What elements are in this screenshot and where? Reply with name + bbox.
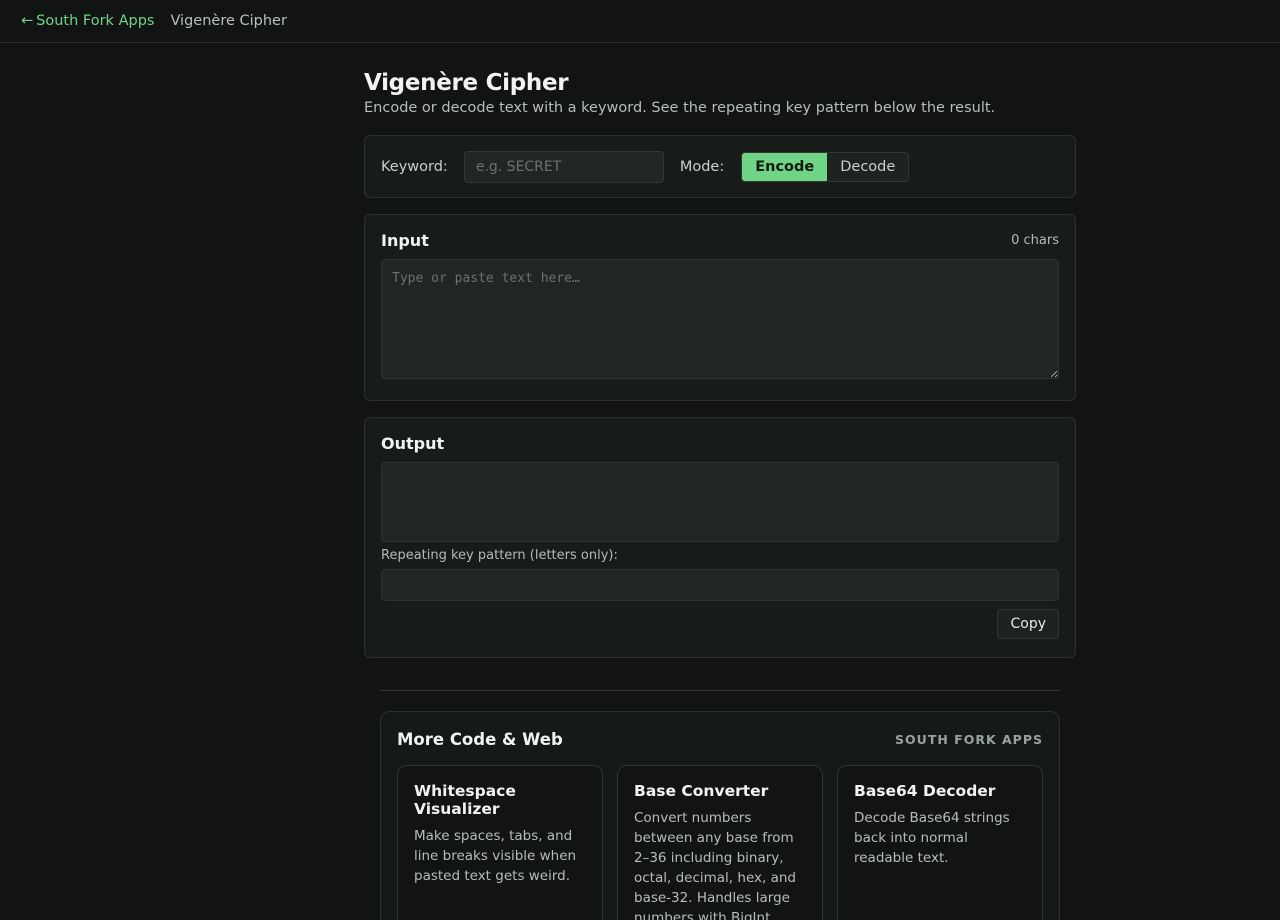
more-apps-brand: SOUTH FORK APPS xyxy=(895,732,1043,747)
input-panel-header: Input 0 chars xyxy=(381,231,1059,250)
controls-panel: Keyword: Mode: Encode Decode xyxy=(364,135,1076,198)
back-link-label: South Fork Apps xyxy=(36,13,155,29)
mode-decode-button[interactable]: Decode xyxy=(827,152,909,181)
page-subtitle: Encode or decode text with a keyword. Se… xyxy=(364,100,996,116)
more-apps-section: More Code & Web SOUTH FORK APPS Whitespa… xyxy=(380,711,1060,920)
app-card-description: Decode Base64 strings back into normal r… xyxy=(854,810,1010,866)
more-apps-title: More Code & Web xyxy=(397,730,563,749)
app-cards: Whitespace Visualizer Make spaces, tabs,… xyxy=(397,765,1043,920)
more-apps-header: More Code & Web SOUTH FORK APPS xyxy=(397,730,1043,749)
breadcrumb-current: Vigenère Cipher xyxy=(170,13,287,29)
section-divider xyxy=(380,690,1060,691)
mode-encode-button[interactable]: Encode xyxy=(742,152,828,181)
app-card-base64-decoder[interactable]: Base64 Decoder Decode Base64 strings bac… xyxy=(837,765,1043,920)
back-link-south-fork-apps[interactable]: ← South Fork Apps xyxy=(21,13,154,29)
arrow-left-icon: ← xyxy=(21,13,34,29)
key-pattern-box xyxy=(381,569,1059,601)
input-textarea[interactable] xyxy=(381,259,1059,379)
app-card-title: Base Converter xyxy=(634,782,769,800)
app-card-whitespace-visualizer[interactable]: Whitespace Visualizer Make spaces, tabs,… xyxy=(397,765,603,920)
app-card-description: Convert numbers between any base from 2–… xyxy=(634,810,796,920)
input-panel: Input 0 chars xyxy=(364,214,1076,401)
input-title: Input xyxy=(381,231,429,250)
main-content: Vigenère Cipher Encode or decode text wi… xyxy=(364,43,1076,920)
top-nav: ← South Fork Apps Vigenère Cipher xyxy=(0,0,1280,43)
key-pattern-label: Repeating key pattern (letters only): xyxy=(381,548,618,563)
keyword-input[interactable] xyxy=(463,150,664,183)
output-title: Output xyxy=(381,434,445,453)
page-title: Vigenère Cipher xyxy=(364,70,569,96)
mode-toggle: Encode Decode xyxy=(741,151,910,182)
app-card-title: Base64 Decoder xyxy=(854,782,996,800)
output-box[interactable] xyxy=(381,462,1059,542)
app-card-description: Make spaces, tabs, and line breaks visib… xyxy=(414,828,577,884)
app-card-title: Whitespace Visualizer xyxy=(414,782,516,818)
copy-row: Copy xyxy=(381,609,1059,639)
keyword-label: Keyword: xyxy=(381,158,448,175)
output-panel: Output Repeating key pattern (letters on… xyxy=(364,417,1076,658)
app-card-base-converter[interactable]: Base Converter Convert numbers between a… xyxy=(617,765,823,920)
char-count: 0 chars xyxy=(1011,233,1059,248)
copy-button[interactable]: Copy xyxy=(997,609,1059,639)
mode-label: Mode: xyxy=(679,158,725,175)
